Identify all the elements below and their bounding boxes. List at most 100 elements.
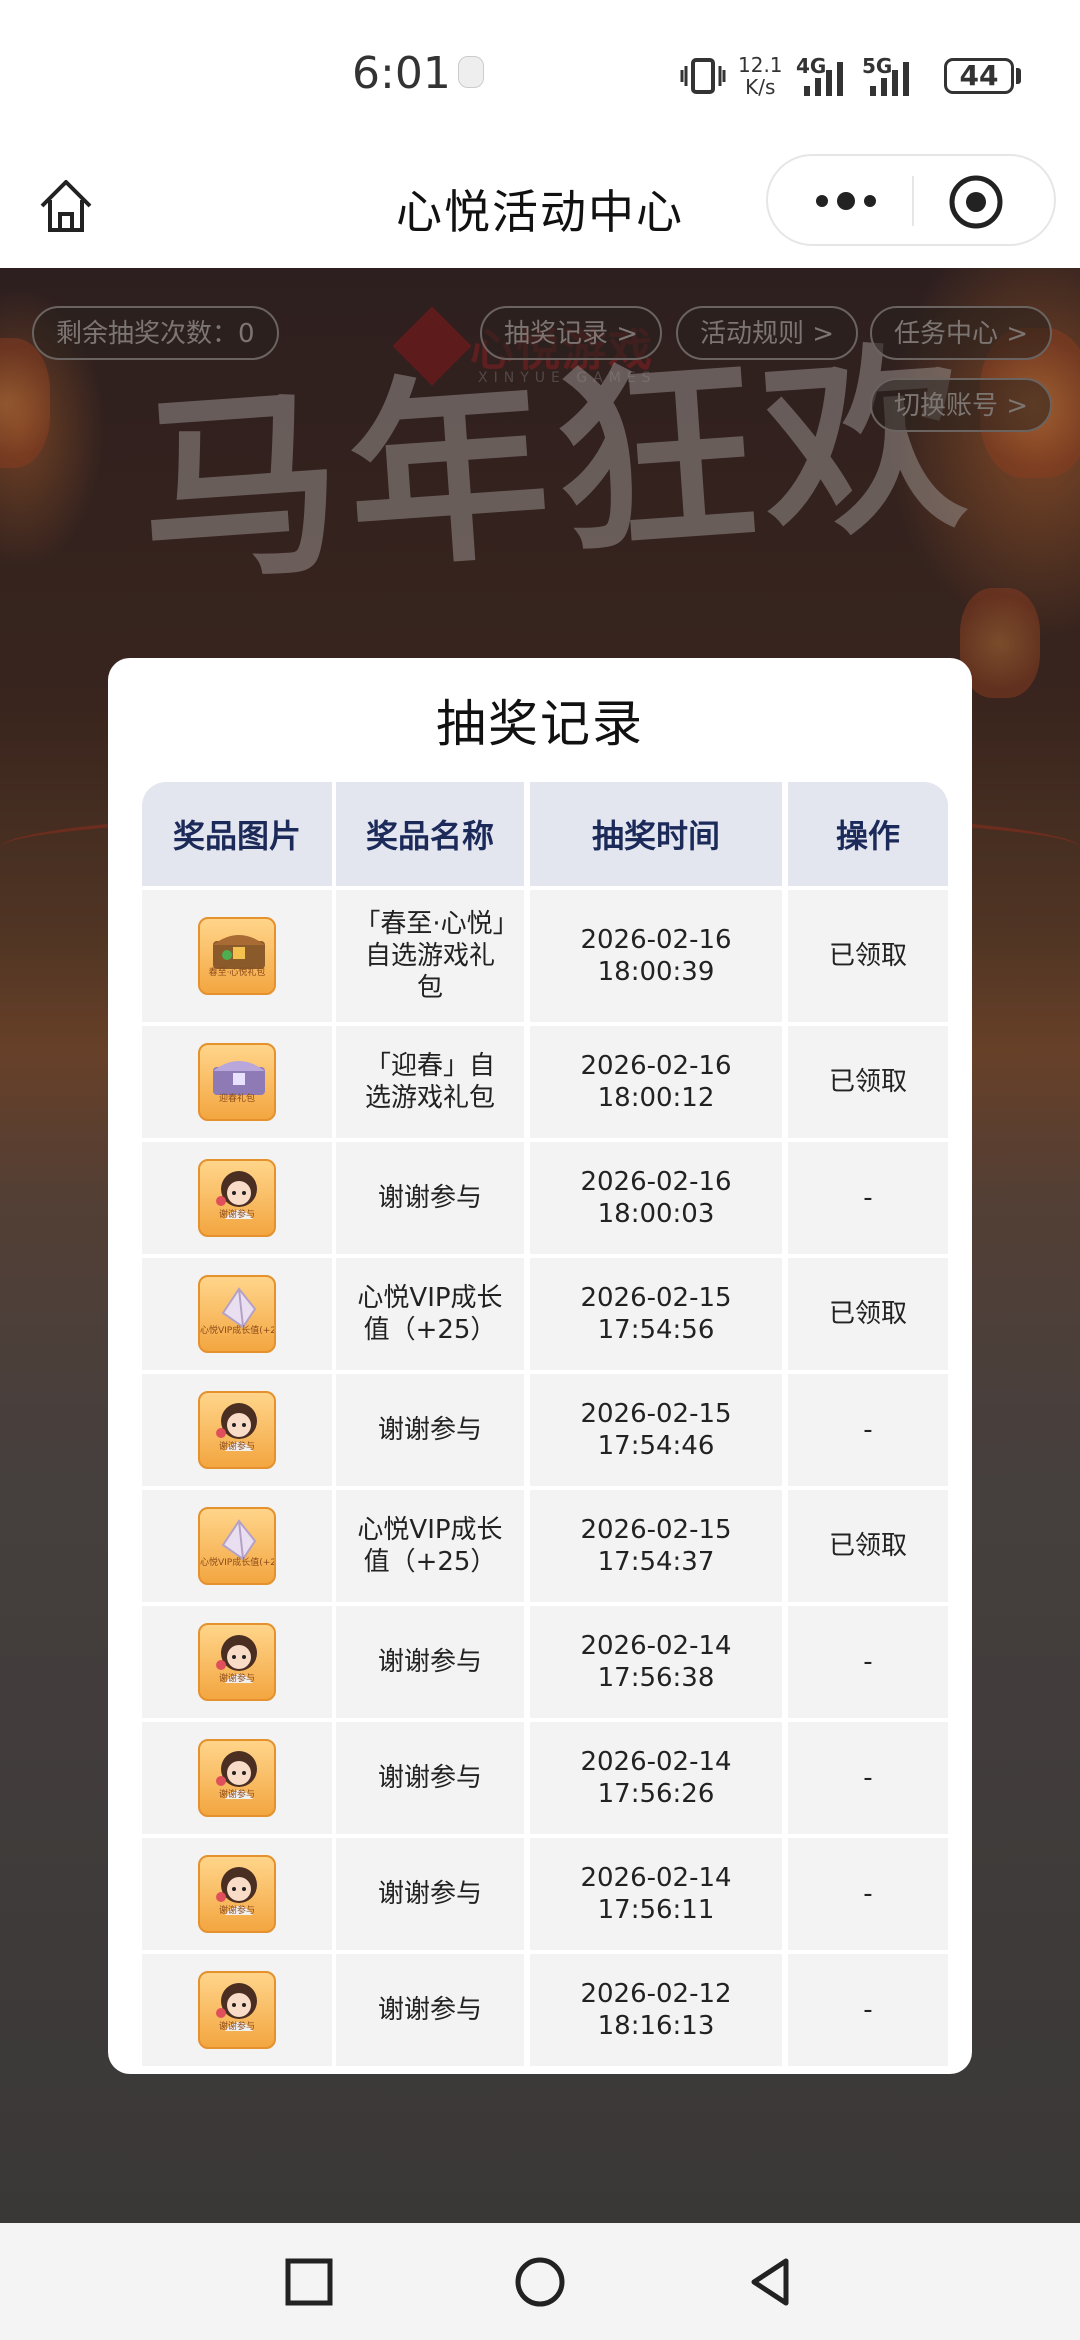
prize-icon-caption: 谢谢参与 [218,2022,255,2032]
recent-apps-icon[interactable] [282,2255,336,2309]
prize-name-cell: 谢谢参与 [336,1954,524,2066]
draw-time-cell: 2026-02-16 18:00:03 [530,1142,782,1254]
status-bar: 6:01 12.1 K/s 4G 5G 44 [0,0,1080,150]
prize-image-cell: 谢谢参与 [142,1722,332,1834]
header-prize-image: 奖品图片 [142,782,332,886]
draw-date: 2026-02-15 [580,1283,732,1313]
prize-image-cell: 谢谢参与 [142,1954,332,2066]
prize-image-cell: 迎春礼包 [142,1026,332,1138]
signal-icon-2 [870,58,909,96]
title-bar: 心悦活动中心 [0,150,1080,268]
network-speed: 12.1 K/s [738,54,783,98]
rules-link[interactable]: 活动规则 > [676,306,859,360]
prize-name-cell: 谢谢参与 [336,1606,524,1718]
prize-name-cell: 心悦VIP成长值（+25） [336,1490,524,1602]
table-header: 奖品图片 奖品名称 抽奖时间 操作 [142,782,948,886]
prize-image-cell: 春至·心悦礼包 [142,890,332,1022]
draw-date: 2026-02-15 [580,1399,732,1429]
table-row: 谢谢参与 谢谢参与 2026-02-14 17:56:26- [142,1722,948,1834]
treasure-chest-icon: 春至·心悦礼包 [198,917,276,995]
notification-icon [458,56,484,88]
battery-tip [1016,68,1021,84]
draw-time: 18:16:13 [597,2011,715,2041]
header-action: 操作 [788,782,948,886]
action-cell: - [788,1722,948,1834]
draw-time-cell: 2026-02-16 18:00:39 [530,890,782,1022]
switch-account-link[interactable]: 切换账号 > [870,378,1053,432]
draw-time: 17:54:46 [597,1431,715,1461]
action-cell: - [788,1954,948,2066]
draw-time-cell: 2026-02-14 17:56:26 [530,1722,782,1834]
prize-icon-caption: 谢谢参与 [218,1790,255,1800]
draw-time: 17:56:11 [597,1895,715,1925]
capsule-divider [912,176,914,226]
draw-time: 18:00:03 [597,1199,715,1229]
prize-name-cell: 心悦VIP成长值（+25） [336,1258,524,1370]
draw-date: 2026-02-14 [580,1747,732,1777]
prize-icon-caption: 谢谢参与 [218,1906,255,1916]
action-cell: 已领取 [788,1490,948,1602]
speed-value: 12.1 [738,53,783,77]
home-nav-icon[interactable] [513,2255,567,2309]
table-row: 谢谢参与 谢谢参与 2026-02-12 18:16:13- [142,1954,948,2066]
prize-icon-caption: 谢谢参与 [218,1674,255,1684]
remaining-draws-badge: 剩余抽奖次数：0 [32,306,279,360]
table-row: 心悦VIP成长值(+25)心悦VIP成长值（+25）2026-02-1517:5… [142,1490,948,1602]
action-cell: - [788,1606,948,1718]
prize-name-cell: 谢谢参与 [336,1722,524,1834]
prize-image-cell: 心悦VIP成长值(+25) [142,1258,332,1370]
prize-image-cell: 心悦VIP成长值(+25) [142,1490,332,1602]
action-cell: 已领取 [788,1258,948,1370]
close-miniprogram-icon[interactable] [948,174,1004,230]
draw-time: 18:00:39 [597,957,715,987]
action-cell: 已领取 [788,1026,948,1138]
draw-date: 2026-02-15 [580,1515,732,1545]
crystal-icon: 心悦VIP成长值(+25) [198,1275,276,1353]
thanks-girl-icon: 谢谢参与 [198,1391,276,1469]
task-center-link[interactable]: 任务中心 > [870,306,1053,360]
action-cell: - [788,1838,948,1950]
draw-time-cell: 2026-02-14 17:56:38 [530,1606,782,1718]
prize-name-cell: 谢谢参与 [336,1838,524,1950]
prize-name-cell: 「春至·心悦」自选游戏礼包 [336,890,524,1022]
draw-time: 18:00:12 [597,1083,715,1113]
prize-name-cell: 「迎春」自选游戏礼包 [336,1026,524,1138]
draw-date: 2026-02-14 [580,1863,732,1893]
draw-record-link[interactable]: 抽奖记录 > [480,306,663,360]
draw-time: 17:56:38 [597,1663,715,1693]
crystal-icon: 心悦VIP成长值(+25) [198,1507,276,1585]
draw-time-cell: 2026-02-14 17:56:11 [530,1838,782,1950]
draw-time: 17:56:26 [597,1779,715,1809]
thanks-girl-icon: 谢谢参与 [198,1159,276,1237]
header-draw-time: 抽奖时间 [530,782,782,886]
action-cell: - [788,1142,948,1254]
prize-icon-caption: 心悦VIP成长值(+25) [200,1558,276,1568]
draw-time: 17:54:56 [597,1315,715,1345]
record-table: 奖品图片 奖品名称 抽奖时间 操作 春至·心悦礼包 「春至·心悦」自选游戏礼包 20… [142,782,948,2066]
prize-icon-caption: 心悦VIP成长值(+25) [200,1326,276,1336]
mini-program-capsule [766,154,1056,246]
draw-time: 17:54:37 [597,1547,715,1577]
draw-record-modal: 抽奖记录 奖品图片 奖品名称 抽奖时间 操作 春至·心悦礼包 「春至·心悦」自选游… [108,658,972,2074]
draw-date: 2026-02-12 [580,1979,732,2009]
draw-time-cell: 2026-02-12 18:16:13 [530,1954,782,2066]
draw-date: 2026-02-16 [580,1051,732,1081]
prize-icon-caption: 谢谢参与 [218,1210,255,1220]
thanks-girl-icon: 谢谢参与 [198,1623,276,1701]
table-row: 谢谢参与 谢谢参与 2026-02-16 18:00:03- [142,1142,948,1254]
battery-icon: 44 [944,58,1014,94]
status-time: 6:01 [352,48,451,99]
table-row: 谢谢参与 谢谢参与 2026-02-14 17:56:11- [142,1838,948,1950]
modal-title: 抽奖记录 [436,695,644,753]
vibrate-icon [680,58,726,94]
prize-icon-caption: 春至·心悦礼包 [208,968,266,978]
draw-time-cell: 2026-02-15 17:54:37 [530,1490,782,1602]
system-nav-bar [0,2223,1080,2340]
table-row: 心悦VIP成长值(+25) 心悦VIP成长值（+25） 2026-02-1517:5… [142,1258,948,1370]
table-row: 谢谢参与 谢谢参与 2026-02-14 17:56:38- [142,1606,948,1718]
draw-date: 2026-02-14 [580,1631,732,1661]
more-icon[interactable] [806,186,886,216]
back-icon[interactable] [744,2255,798,2309]
thanks-girl-icon: 谢谢参与 [198,1855,276,1933]
prize-image-cell: 谢谢参与 [142,1374,332,1486]
